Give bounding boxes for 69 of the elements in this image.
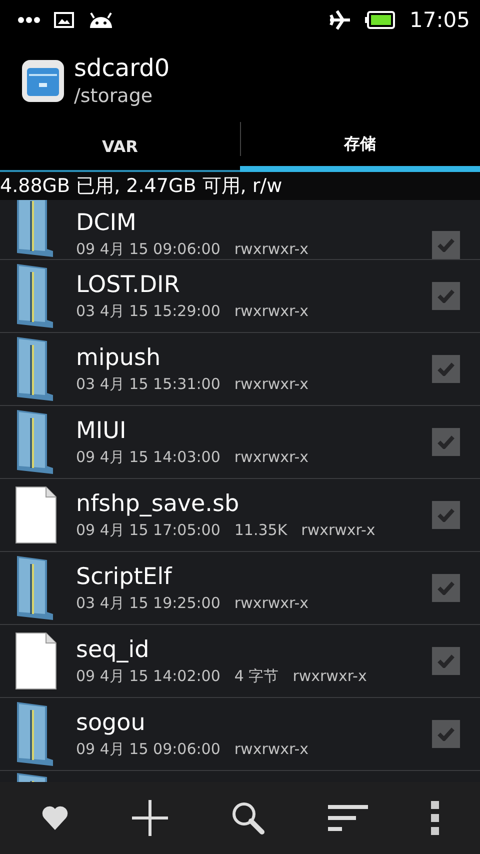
checkbox[interactable] bbox=[432, 501, 460, 529]
clock-time: 17:05 bbox=[409, 8, 470, 32]
more-icon bbox=[18, 17, 40, 23]
airplane-icon bbox=[329, 10, 352, 30]
search-icon[interactable] bbox=[230, 801, 265, 835]
permissions: rwxrwxr-x bbox=[234, 594, 309, 612]
permissions: rwxrwxr-x bbox=[234, 302, 309, 320]
permissions: rwxrwxr-x bbox=[234, 374, 309, 394]
modified-date: 09 4月 15 14:03:00 bbox=[76, 448, 220, 466]
file-icon bbox=[15, 632, 57, 690]
file-name: sogou bbox=[76, 710, 146, 736]
check-icon bbox=[437, 508, 455, 522]
overflow-menu-icon[interactable] bbox=[430, 801, 439, 835]
file-row[interactable]: ScriptElf 03 4月 15 19:25:00 rwxrwxr-x bbox=[0, 552, 480, 625]
tab[interactable]: VAR bbox=[0, 122, 240, 170]
add-icon[interactable] bbox=[132, 800, 168, 836]
file-name: LOST.DIR bbox=[76, 272, 181, 298]
folder-title: sdcard0 bbox=[74, 53, 170, 83]
file-row[interactable]: mipush 03 4月 15 15:31:00 rwxrwxr-x bbox=[0, 333, 480, 406]
modified-date: 09 4月 15 09:06:00 bbox=[76, 240, 220, 259]
permissions: rwxrwxr-x bbox=[301, 520, 376, 540]
checkbox[interactable] bbox=[432, 720, 460, 748]
check-icon bbox=[437, 654, 455, 668]
file-name: ScriptElf bbox=[76, 564, 174, 590]
permissions: rwxrwxr-x bbox=[234, 240, 309, 259]
checkbox[interactable] bbox=[432, 355, 460, 383]
check-icon bbox=[437, 435, 455, 449]
checkbox[interactable] bbox=[432, 647, 460, 675]
file-row[interactable]: DCIM 09 4月 15 09:06:00 rwxrwxr-x bbox=[0, 200, 480, 260]
checkbox[interactable] bbox=[432, 428, 460, 456]
file-name: mipush bbox=[76, 344, 162, 370]
checkbox[interactable] bbox=[432, 574, 460, 602]
file-row[interactable]: MIUI 09 4月 15 14:03:00 rwxrwxr-x bbox=[0, 406, 480, 479]
tab[interactable]: 存储 bbox=[240, 122, 480, 166]
file-row[interactable]: sogou 09 4月 15 09:06:00 rwxrwxr-x bbox=[0, 698, 480, 771]
file-row[interactable]: LOST.DIR 03 4月 15 15:29:00 rwxrwxr-x bbox=[0, 260, 480, 333]
sort-icon[interactable] bbox=[328, 804, 368, 832]
permissions: rwxrwxr-x bbox=[234, 740, 309, 758]
modified-date: 09 4月 15 14:02:00 bbox=[76, 666, 220, 686]
checkbox[interactable] bbox=[432, 231, 460, 259]
file-row[interactable]: seq_id 09 4月 15 14:02:00 4 字节 rwxrwxr-x bbox=[0, 625, 480, 698]
file-icon bbox=[15, 486, 57, 544]
folder-path: /storage bbox=[74, 84, 154, 109]
check-icon bbox=[437, 289, 455, 303]
permissions: rwxrwxr-x bbox=[234, 448, 309, 466]
file-size: 11.35K bbox=[234, 520, 288, 540]
check-icon bbox=[437, 362, 455, 376]
file-manager-icon bbox=[22, 60, 64, 102]
file-name: seq_id bbox=[76, 636, 150, 662]
android-icon bbox=[88, 10, 114, 30]
image-icon bbox=[54, 12, 74, 28]
file-name: DCIM bbox=[76, 210, 138, 236]
permissions: rwxrwxr-x bbox=[292, 666, 367, 686]
checkbox[interactable] bbox=[432, 282, 460, 310]
file-name: MIUI bbox=[76, 418, 128, 444]
check-icon bbox=[437, 238, 455, 252]
modified-date: 09 4月 15 17:05:00 bbox=[76, 520, 220, 540]
modified-date: 03 4月 15 15:29:00 bbox=[76, 302, 220, 320]
favorite-heart-icon[interactable] bbox=[41, 805, 70, 831]
file-row[interactable]: nfshp_save.sb 09 4月 15 17:05:00 11.35K rwxrwxr-x bbox=[0, 479, 480, 552]
file-size: 4 字节 bbox=[234, 666, 279, 686]
modified-date: 03 4月 15 15:31:00 bbox=[76, 374, 220, 394]
modified-date: 03 4月 15 19:25:00 bbox=[76, 594, 220, 612]
modified-date: 09 4月 15 09:06:00 bbox=[76, 740, 220, 758]
check-icon bbox=[437, 581, 455, 595]
storage-info: 4.88GB 已用, 2.47GB 可用, r/w bbox=[0, 174, 282, 199]
battery-icon bbox=[365, 11, 396, 29]
check-icon bbox=[437, 727, 455, 741]
file-name: nfshp_save.sb bbox=[76, 490, 240, 516]
